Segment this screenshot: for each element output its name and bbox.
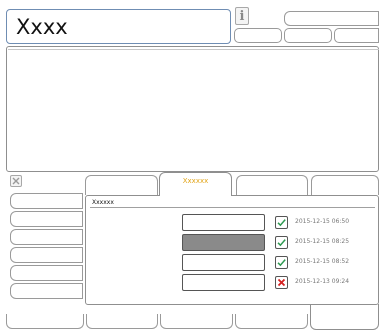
side-list-item[interactable]: [10, 265, 83, 281]
bottom-tab-2[interactable]: [86, 314, 158, 329]
content-heading: Xxxxxx: [92, 199, 114, 206]
header-button-top[interactable]: [284, 11, 379, 26]
value-field[interactable]: [182, 214, 265, 231]
bottom-tab-4[interactable]: [235, 314, 308, 329]
side-list-item[interactable]: [10, 193, 83, 209]
bottom-tab-1[interactable]: [6, 314, 84, 329]
main-panel: [6, 46, 379, 172]
main-panel-divider: [8, 49, 379, 50]
heading-divider: [90, 207, 375, 208]
value-field-selected[interactable]: [182, 234, 265, 251]
tab-1[interactable]: [85, 175, 158, 195]
tab-active-label: Xxxxxx: [182, 177, 209, 185]
close-icon[interactable]: [10, 175, 22, 187]
checkmark-icon: [275, 256, 288, 269]
checkmark-icon: [275, 216, 288, 229]
value-field[interactable]: [182, 274, 265, 291]
cross-icon: [275, 276, 288, 289]
value-field[interactable]: [182, 254, 265, 271]
header-button-bottom-2[interactable]: [284, 28, 332, 43]
header-button-bottom-1[interactable]: [234, 28, 282, 43]
bottom-tab-active[interactable]: [310, 304, 379, 330]
side-list-item[interactable]: [10, 247, 83, 263]
tab-4[interactable]: [311, 175, 379, 195]
row-timestamp: 2015-12-13 09:24: [295, 278, 350, 285]
side-list-item[interactable]: [10, 229, 83, 245]
page-title: Xxxx: [16, 15, 68, 39]
side-list-item[interactable]: [10, 283, 83, 299]
checkmark-icon: [275, 236, 288, 249]
bottom-tab-3[interactable]: [160, 314, 233, 329]
tab-3[interactable]: [236, 175, 308, 195]
side-list-item[interactable]: [10, 211, 83, 227]
info-icon[interactable]: i: [235, 7, 249, 25]
header-button-bottom-3[interactable]: [334, 28, 379, 43]
row-timestamp: 2015-12-15 08:25: [295, 238, 350, 245]
row-timestamp: 2015-12-15 06:50: [295, 218, 350, 225]
row-timestamp: 2015-12-15 08:52: [295, 258, 350, 265]
